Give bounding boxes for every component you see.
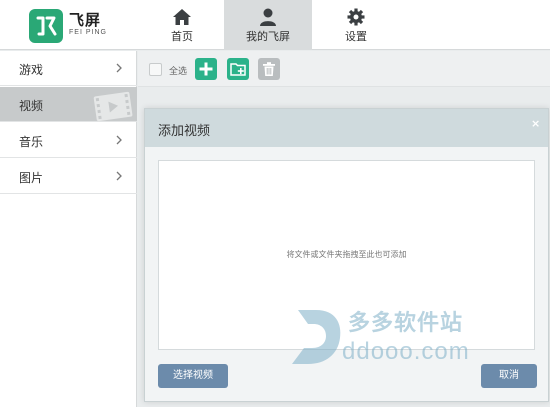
gear-icon — [347, 8, 365, 26]
user-icon — [260, 8, 276, 26]
dialog-header: 添加视频 × — [145, 109, 548, 147]
chevron-right-icon — [116, 171, 122, 181]
delete-button[interactable] — [258, 58, 280, 80]
app-header: 飞屏 FEI PING 首页 我的飞屏 设置 — [0, 0, 550, 50]
home-icon — [173, 9, 191, 25]
add-icon — [199, 62, 213, 76]
add-button[interactable] — [195, 58, 217, 80]
sidebar-item-label: 音乐 — [19, 135, 44, 149]
toolbar: 全选 — [138, 51, 550, 87]
sidebar-item-music[interactable]: 音乐 — [0, 123, 137, 158]
tab-home[interactable]: 首页 — [138, 0, 226, 50]
sidebar-item-label: 游戏 — [19, 63, 44, 77]
app-logo — [29, 9, 63, 43]
tab-settings[interactable]: 设置 — [312, 0, 400, 50]
app-name: 飞屏 — [69, 11, 102, 29]
add-folder-button[interactable] — [227, 58, 249, 80]
drop-hint: 将文件或文件夹拖拽至此也可添加 — [286, 250, 407, 259]
tab-my-feiping-label: 我的飞屏 — [246, 30, 290, 43]
dialog-title: 添加视频 — [158, 124, 211, 139]
tab-my-feiping[interactable]: 我的飞屏 — [224, 0, 312, 50]
add-folder-icon — [230, 63, 246, 76]
watermark-text-cn: 多多软件站 — [348, 311, 464, 336]
sidebar-item-games[interactable]: 游戏 — [0, 51, 137, 86]
choose-video-button[interactable]: 选择视频 — [158, 364, 228, 388]
trash-icon — [263, 62, 275, 76]
chevron-right-icon — [116, 63, 122, 73]
sidebar-item-video[interactable]: 视频 — [0, 87, 137, 122]
tab-home-label: 首页 — [171, 30, 193, 43]
watermark-logo-icon — [292, 310, 341, 364]
sidebar-item-label: 视频 — [19, 99, 44, 113]
watermark: 多多软件站 ddooo.com — [288, 302, 518, 370]
close-icon[interactable]: × — [531, 117, 540, 130]
film-icon — [93, 91, 133, 122]
sidebar-item-pictures[interactable]: 图片 — [0, 159, 137, 194]
app-name-en: FEI PING — [69, 29, 107, 36]
watermark-text-en: ddooo.com — [342, 338, 470, 365]
sidebar: 游戏 视频 音乐 图片 — [0, 51, 137, 407]
chevron-right-icon — [116, 135, 122, 145]
select-all-checkbox[interactable] — [149, 63, 162, 76]
select-all-label: 全选 — [169, 67, 188, 77]
tab-settings-label: 设置 — [345, 30, 367, 43]
sidebar-item-label: 图片 — [19, 171, 44, 185]
